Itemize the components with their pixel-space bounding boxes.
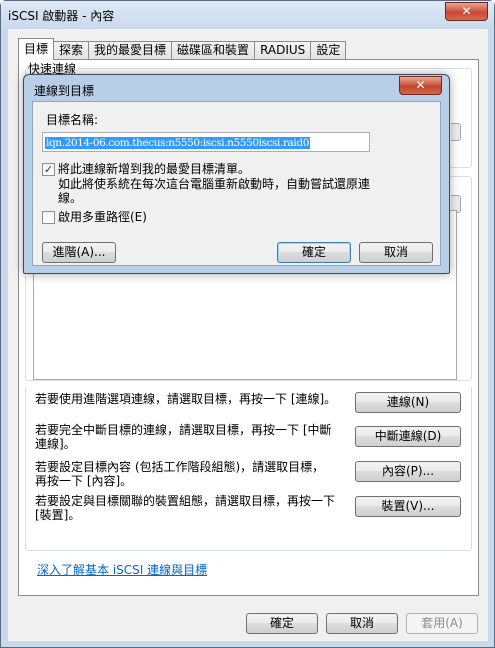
multipath-label: 啟用多重路徑(E) <box>58 210 147 224</box>
apply-button[interactable]: 套用(A) <box>406 613 478 634</box>
window-close-button[interactable]: ✕ <box>445 2 488 21</box>
target-name-input[interactable]: iqn.2014-06.com.thecus:n5550:iscsi.n5550… <box>42 132 370 152</box>
tab-discovery[interactable]: 探索 <box>53 41 90 60</box>
tab-favorite-targets[interactable]: 我的最愛目標 <box>88 41 173 60</box>
tab-volumes-devices[interactable]: 磁碟區和裝置 <box>171 41 256 60</box>
target-name-label: 目標名稱: <box>46 113 99 127</box>
multipath-checkbox[interactable] <box>42 211 55 224</box>
dialog-ok-button[interactable]: 確定 <box>277 242 351 263</box>
quick-connect-button-edge[interactable] <box>451 123 461 141</box>
target-actions-group <box>25 386 472 551</box>
add-favorite-checkbox[interactable]: ✓ <box>42 163 55 176</box>
advanced-button[interactable]: 進階(A)... <box>42 242 116 263</box>
dialog-close-button[interactable]: ✕ <box>399 76 442 95</box>
dialog-title: 連線到目標 <box>34 84 95 98</box>
tab-configuration[interactable]: 設定 <box>310 41 347 60</box>
help-link[interactable]: 深入了解基本 iSCSI 連線與目標 <box>37 561 207 578</box>
dialog-client: 目標名稱: iqn.2014-06.com.thecus:n5550:iscsi… <box>32 101 441 266</box>
add-favorite-note: 如此將使系統在每次這台電腦重新啟動時，自動嘗試還原連線。 <box>58 177 371 205</box>
ok-button[interactable]: 確定 <box>246 613 318 634</box>
title-bar[interactable]: iSCSI 啟動器 - 內容 ✕ <box>1 1 494 29</box>
cancel-button[interactable]: 取消 <box>326 613 398 634</box>
add-favorite-label: 將此連線新增到我的最愛目標清單。 <box>58 162 251 176</box>
properties-window: iSCSI 啟動器 - 內容 ✕ 目標 探索 我的最愛目標 磁碟區和裝置 RAD… <box>0 0 495 648</box>
target-name-value: iqn.2014-06.com.thecus:n5550:iscsi.n5550… <box>45 137 310 149</box>
dialog-cancel-button[interactable]: 取消 <box>359 242 433 263</box>
tab-radius[interactable]: RADIUS <box>254 41 312 60</box>
tab-targets[interactable]: 目標 <box>18 38 55 60</box>
window-title: iSCSI 啟動器 - 內容 <box>8 9 115 23</box>
tab-strip: 目標 探索 我的最愛目標 磁碟區和裝置 RADIUS 設定 <box>18 38 347 60</box>
connect-to-target-dialog: 連線到目標 ✕ 目標名稱: iqn.2014-06.com.thecus:n55… <box>23 74 450 274</box>
